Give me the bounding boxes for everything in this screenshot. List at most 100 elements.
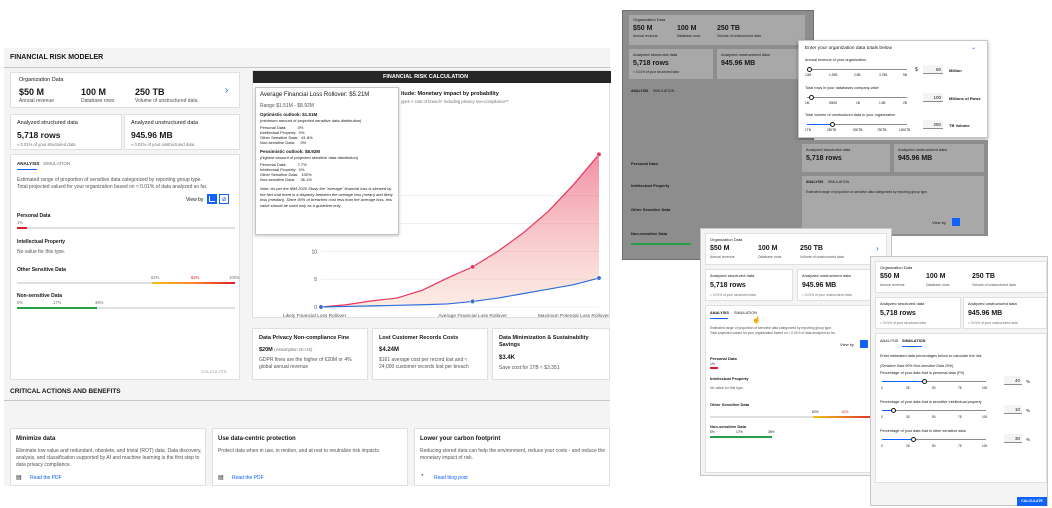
calculate-button[interactable]: CALCULATE [201,369,227,374]
nonsens-mid: 17% [736,430,743,434]
title-divider [4,67,610,68]
structured-value: 5,718 rows [880,310,916,317]
vol-tick-2: 500TB [853,128,863,132]
info-card-savings: Data Minimization & Sustainability Savin… [492,328,610,380]
view-by-label: View by [932,220,946,225]
tooltip-opt-sub: (minimum amount of projected sensitive d… [260,118,362,123]
rev-slider-handle[interactable] [807,67,812,72]
rows-value: 100 M [677,25,697,32]
calculate-button[interactable]: CALCULATE [1017,497,1047,506]
vol-unit: TB Volume [949,123,970,128]
other-label: Other Sensitive Data [710,402,750,407]
tooltip-pes-sub: (highest amount of projected sensitive d… [260,155,359,160]
pii-tick-1: 25 [906,386,910,390]
pii-tick-4: 100 [982,386,988,390]
chevron-right-icon[interactable]: › [876,244,879,253]
other-bar-fill [152,282,235,284]
card-value: $4.24M [379,347,400,353]
modal-heading: Enter your organization data totals belo… [805,46,892,51]
revenue-value: $50 M [19,87,45,97]
ip-tick-1: 25 [906,415,910,419]
read-pdf-link[interactable]: Read the PDF [30,475,62,481]
rev-slider[interactable] [807,69,907,70]
x-category-label: Likely Financial Loss Rollover [283,313,347,319]
y-tick-label: 5 [314,277,317,283]
y-tick-label: 0 [314,305,317,311]
tab-analysis[interactable]: ANALYSIS [880,339,898,343]
rows-slider[interactable] [807,97,907,98]
rows-input[interactable]: 100 [923,93,943,102]
org-card: Organization Data $50 M Annual revenue 1… [705,233,887,265]
structured-heading: Analyzed structured data [806,147,851,152]
pdf-icon: ▤ [218,475,224,481]
tab-simulation[interactable]: SIMULATION [902,339,925,343]
card-desc: $161 average cost per record lost and ≈ … [379,357,469,370]
other-low: 62% [812,410,819,414]
card-value: $20M (Assumption 1K+15) [259,347,312,353]
tab-analysis-underline [710,318,728,319]
ip-input[interactable]: 10 [1004,405,1022,414]
read-blog-link[interactable]: Read blog post [434,475,468,481]
structured-value: 5,718 rows [17,130,61,140]
tooltip-range: Range $1.51M - $8.92M [260,103,314,109]
tab-analysis[interactable]: ANALYSIS [631,89,648,93]
vol-slider-handle[interactable] [830,122,835,127]
action-title: Lower your carbon footprint [420,436,501,442]
tooltip-pes-head: Pessimistic outlook: $8.92M [260,149,321,154]
sim-sub: (Sensitive Data 80% Non-sensitive Data 2… [880,364,954,368]
rows-slider-handle[interactable] [809,95,814,100]
vol-tick-3: 750TB [877,128,887,132]
other-mid: 82% [842,410,849,414]
screen-simulation: Organization Data $50 M Annual revenue 1… [870,256,1048,506]
rows-tick-4: 2B [903,101,907,105]
tab-simulation[interactable]: SIMULATION [828,180,849,184]
pii-slider-handle[interactable] [922,379,927,384]
chevron-down-icon[interactable]: ⌄ [971,44,976,51]
tooltip-title: Average Financial Loss Rollover: $5.21M [260,92,370,98]
series-point-low [596,275,602,281]
rev-tick-0: 10M [805,73,812,77]
action-desc: Reducing stored data can help the enviro… [420,448,606,461]
rows-tick-2: 1B [856,101,860,105]
nonsens-label: Non-sensitive Data [631,231,668,236]
ip-label: Intellectual Property [17,239,66,245]
other-slider-fill [882,439,913,440]
other-mid: 82% [191,275,200,280]
vol-tick-4: 1000TB [899,128,911,132]
view-by-chart-button[interactable] [952,218,960,226]
ip-slider[interactable] [882,410,986,411]
view-by-chart-button[interactable] [860,340,868,348]
tab-simulation[interactable]: SIMULATION [653,89,674,93]
rows-label: Total rows in your databases company-wid… [805,86,879,90]
pdf-icon: ▤ [16,475,22,481]
other-input[interactable]: 30 [1004,434,1022,443]
tab-simulation[interactable]: SIMULATION [43,161,70,166]
structured-dim: Analyzed structured data 5,718 rows [802,144,890,172]
rows-tick-3: 1.5B [879,101,886,105]
series-point-low [470,298,476,304]
tab-analysis[interactable]: ANALYSIS [17,161,39,166]
other-label: Other Sensitive Data [17,267,66,273]
pii-input[interactable]: 40 [1004,376,1022,385]
view-by-chart-button[interactable] [207,194,217,204]
analysis-intro-1: Estimated range of proportion of sensiti… [710,326,832,330]
vol-slider-fill [807,124,832,125]
tab-simulation[interactable]: SIMULATION [734,311,757,315]
info-card-fine: Data Privacy Non-compliance Fine $20M (A… [252,328,368,380]
vol-input[interactable]: 250 [923,120,943,129]
chevron-right-icon[interactable]: › [225,85,228,96]
ip-tick-2: 50 [932,415,936,419]
other-high: 100% [229,275,240,280]
other-slider-handle[interactable] [911,437,916,442]
nonsens-bar-fill [17,307,97,309]
nonsens-high: 36% [768,430,775,434]
ip-slider-handle[interactable] [891,408,896,413]
other-tick-2: 50 [932,444,936,448]
tab-analysis[interactable]: ANALYSIS [806,180,823,184]
nonsens-mid: 17% [53,300,62,305]
read-pdf-link[interactable]: Read the PDF [232,475,264,481]
tab-analysis[interactable]: ANALYSIS [710,311,729,315]
rev-input[interactable]: 50 [923,65,943,74]
ip-tick-3: 75 [958,415,962,419]
view-by-tag-button[interactable]: ⌀ [219,194,229,204]
